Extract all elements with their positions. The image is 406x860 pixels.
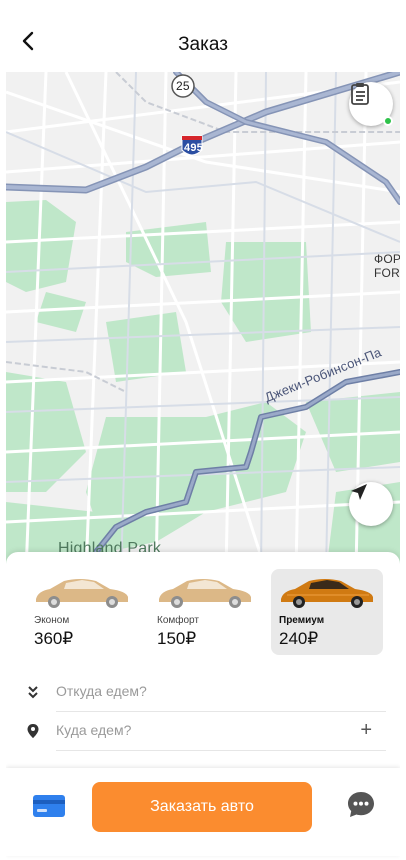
tariff-name: Комфорт bbox=[157, 615, 199, 626]
page-title: Заказ bbox=[178, 34, 228, 55]
to-address-placeholder: Куда едем? bbox=[56, 722, 132, 738]
highway-shield-label: 495 bbox=[184, 142, 203, 154]
map-view[interactable]: 25 495 Джеки-Робинсон-Па Highland Park Ф… bbox=[6, 72, 400, 572]
credit-card-icon[interactable] bbox=[32, 794, 66, 818]
chat-bubble-icon[interactable] bbox=[346, 790, 376, 820]
order-car-button[interactable]: Заказать авто bbox=[92, 782, 312, 832]
route-divider bbox=[56, 711, 386, 712]
header: Заказ bbox=[6, 0, 400, 72]
tariff-name: Премиум bbox=[279, 615, 325, 626]
tariff-price: 360₽ bbox=[34, 629, 74, 648]
navigation-button[interactable] bbox=[349, 482, 393, 526]
tariff-price: 240₽ bbox=[279, 629, 319, 648]
car-image-economy bbox=[36, 579, 128, 608]
status-dot bbox=[383, 116, 393, 126]
map-label-edge-1: ФОР bbox=[374, 252, 400, 266]
app-screen: Заказ 25 495 Джеки-Робинсон-Па Highland … bbox=[6, 0, 400, 860]
tariff-comfort[interactable]: Комфорт 150₽ bbox=[149, 569, 261, 655]
to-address-field[interactable]: Куда едем? + bbox=[26, 713, 386, 749]
car-image-premium bbox=[281, 579, 373, 608]
from-address-field[interactable]: Откуда едем? bbox=[26, 674, 386, 710]
map-label-edge-2: FOR bbox=[374, 266, 400, 280]
route-divider bbox=[56, 750, 386, 751]
location-pin-icon bbox=[27, 724, 39, 738]
tariff-price: 150₽ bbox=[157, 629, 197, 648]
navigation-arrow-icon bbox=[351, 484, 367, 500]
orders-list-button[interactable] bbox=[349, 82, 393, 126]
tariff-economy[interactable]: Эконом 360₽ bbox=[26, 569, 138, 655]
order-sheet: Эконом 360₽ Комфорт 150₽ Премиум 240₽ От… bbox=[6, 552, 400, 768]
add-stop-button[interactable]: + bbox=[360, 719, 372, 742]
car-image-comfort bbox=[159, 579, 251, 608]
double-chevron-down-icon bbox=[28, 686, 38, 699]
from-address-placeholder: Откуда едем? bbox=[56, 683, 147, 699]
tariff-name: Эконом bbox=[34, 615, 70, 626]
map-canvas bbox=[6, 72, 400, 572]
bottom-bar: Заказать авто bbox=[6, 768, 400, 856]
route-shield-label: 25 bbox=[176, 79, 190, 93]
orders-list-icon bbox=[351, 83, 369, 105]
tariff-premium[interactable]: Премиум 240₽ bbox=[271, 569, 383, 655]
